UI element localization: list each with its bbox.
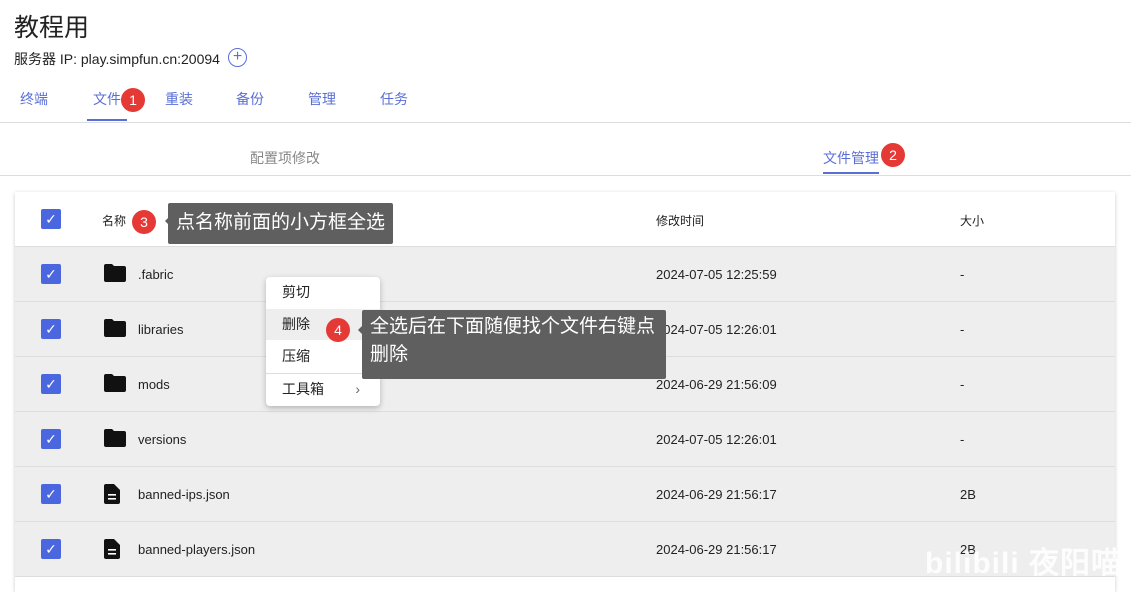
file-table: ✓ 名称 修改时间 大小 ✓ .fabric 2024-07-05 12:25:… [15,192,1115,592]
file-name[interactable]: banned-ips.json [138,487,230,502]
annotation-tooltip-3: 点名称前面的小方框全选 [168,203,394,244]
column-size[interactable]: 大小 [960,212,984,229]
file-modified: 2024-06-29 21:56:09 [656,377,777,392]
row-checkbox[interactable]: ✓ [41,319,61,339]
tab-tasks[interactable]: 任务 [380,89,408,109]
file-size: - [960,432,965,447]
folder-icon [104,319,126,339]
divider [0,175,1131,176]
menu-item-cut[interactable]: 剪切 [266,277,380,308]
tab-manage[interactable]: 管理 [308,89,336,109]
subtab-config[interactable]: 配置项修改 [250,148,320,168]
file-size: - [960,377,965,392]
active-tab-indicator [87,119,127,121]
file-modified: 2024-06-29 21:56:17 [656,542,777,557]
file-icon [104,539,126,559]
file-modified: 2024-07-05 12:25:59 [656,267,777,282]
tab-reinstall[interactable]: 重装 [165,89,193,109]
file-modified: 2024-07-05 12:26:01 [656,322,777,337]
folder-icon [104,429,126,449]
annotation-badge-3: 3 [132,210,156,234]
annotation-badge-1: 1 [121,88,145,112]
file-name[interactable]: libraries [138,322,184,337]
file-icon [104,484,126,504]
tab-files[interactable]: 文件 [93,89,121,109]
annotation-badge-2: 2 [881,143,905,167]
column-name[interactable]: 名称 [102,212,126,229]
tab-terminal[interactable]: 终端 [20,89,48,109]
tab-backup[interactable]: 备份 [236,89,264,109]
file-name[interactable]: .fabric [138,267,173,282]
column-modified[interactable]: 修改时间 [656,212,704,229]
row-checkbox[interactable]: ✓ [41,539,61,559]
file-size: - [960,267,965,282]
table-row[interactable]: ✓ versions 2024-07-05 12:26:01 - [15,412,1115,467]
file-name[interactable]: versions [138,432,186,447]
file-size: 2B [960,487,976,502]
menu-item-label: 工具箱 [282,381,324,397]
subtab-file-manager[interactable]: 文件管理 [823,148,879,168]
table-row[interactable]: ✓ banned-ips.json 2024-06-29 21:56:17 2B [15,467,1115,522]
table-row[interactable]: ✓ .fabric 2024-07-05 12:25:59 - [15,247,1115,302]
file-name[interactable]: banned-players.json [138,542,255,557]
annotation-badge-4: 4 [326,318,350,342]
row-checkbox[interactable]: ✓ [41,484,61,504]
page-title: 教程用 [14,14,90,42]
annotation-tooltip-4: 全选后在下面随便找个文件右键点删除 [362,310,666,379]
folder-icon [104,374,126,394]
row-checkbox[interactable]: ✓ [41,374,61,394]
add-icon[interactable]: + [228,48,247,67]
folder-icon [104,264,126,284]
divider [0,122,1131,123]
active-subtab-indicator [823,172,879,174]
tooltip-arrow [354,326,362,334]
server-ip: 服务器 IP: play.simpfun.cn:20094 [14,51,220,67]
row-checkbox[interactable]: ✓ [41,429,61,449]
watermark: bilibili 夜阳喵 [925,547,1122,580]
file-modified: 2024-07-05 12:26:01 [656,432,777,447]
chevron-right-icon: › [355,381,360,397]
file-name[interactable]: mods [138,377,170,392]
file-modified: 2024-06-29 21:56:17 [656,487,777,502]
file-size: - [960,322,965,337]
row-checkbox[interactable]: ✓ [41,264,61,284]
select-all-checkbox[interactable]: ✓ [41,209,61,229]
